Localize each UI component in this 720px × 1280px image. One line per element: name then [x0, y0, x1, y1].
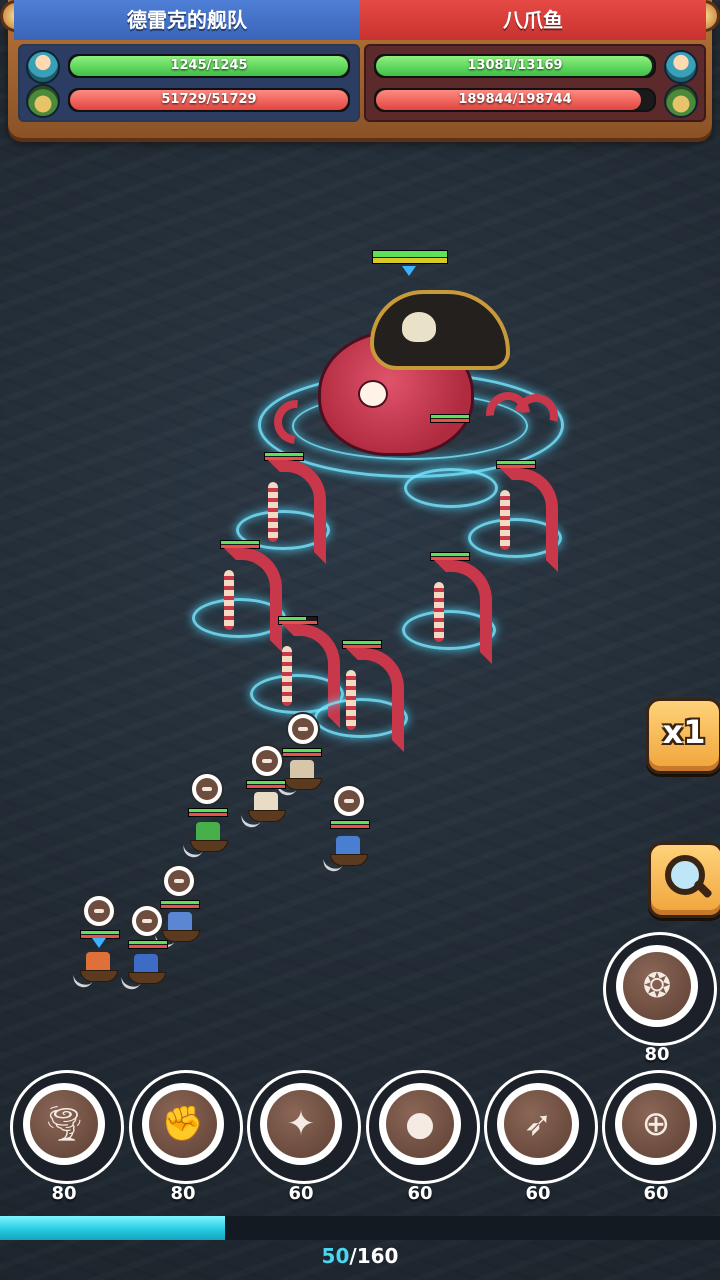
player-ship[interactable]	[238, 744, 294, 844]
skill-special-cost: 80	[644, 1044, 670, 1065]
cannonball-icon: ●	[405, 1104, 435, 1144]
enemy-ship-hp-bar: 189844/198744	[374, 88, 656, 112]
skill-button-fist[interactable]: ✊	[129, 1070, 243, 1184]
battle-header: 德雷克的舰队 八爪鱼 1245/1245 51729/51729 13081/1…	[0, 0, 720, 150]
enemy-ship-icon	[664, 84, 698, 118]
skill-cost: 80	[51, 1183, 77, 1204]
player-stats-panel: 1245/1245 51729/51729	[18, 44, 360, 122]
enemy-name: 八爪鱼	[360, 0, 706, 40]
energy-max: /160	[349, 1244, 399, 1268]
ship-icon	[26, 84, 60, 118]
skill-cost: 60	[643, 1183, 669, 1204]
skill-cost: 60	[288, 1183, 314, 1204]
enemy-stats-panel: 13081/13169 189844/198744	[364, 44, 706, 122]
crosshair-icon: ⊕	[641, 1104, 671, 1144]
ship-skill-marker-icon	[250, 744, 284, 778]
speed-label: x1	[662, 713, 706, 751]
octopus-eye	[358, 380, 388, 408]
inspect-button[interactable]	[648, 842, 720, 918]
ship-skill-marker-icon	[190, 772, 224, 806]
ship-skill-marker-icon	[82, 894, 116, 928]
skill-button-spikes[interactable]: ✦	[247, 1070, 361, 1184]
skill-cost: 80	[170, 1183, 196, 1204]
selected-arrow-icon	[92, 938, 106, 948]
ship-skill-marker-icon	[286, 712, 320, 746]
enemy-ship-hp-text: 189844/198744	[458, 92, 572, 107]
tentacle-enemy[interactable]	[402, 552, 496, 664]
tentacle-enemy[interactable]	[404, 440, 498, 510]
skill-cost: 60	[525, 1183, 551, 1204]
player-crew-hp-bar: 1245/1245	[68, 54, 350, 78]
player-ship-hp-text: 51729/51729	[161, 92, 257, 107]
skill-button-crosshair[interactable]: ⊕	[602, 1070, 716, 1184]
enemy-crew-icon	[664, 50, 698, 84]
player-fleet-name: 德雷克的舰队	[14, 0, 360, 40]
boss-hp-bar	[372, 250, 448, 264]
skill-special-button[interactable]: ❂	[603, 932, 717, 1046]
player-flagship[interactable]	[70, 894, 126, 994]
skill-cost: 60	[407, 1183, 433, 1204]
tornado-icon: 🌪	[42, 1104, 86, 1144]
player-ship-hp-bar: 51729/51729	[68, 88, 350, 112]
energy-current: 50	[321, 1244, 350, 1268]
player-ship[interactable]	[320, 784, 378, 884]
skill-button-cannonball[interactable]: ●	[366, 1070, 480, 1184]
spikes-icon: ✦	[286, 1104, 316, 1144]
energy-counter: 50/160	[0, 1244, 720, 1268]
rocket-icon: ➶	[523, 1104, 553, 1144]
ship-skill-marker-icon	[162, 864, 196, 898]
enemy-crew-hp-bar: 13081/13169	[374, 54, 656, 78]
skill-button-tornado[interactable]: 🌪	[10, 1070, 124, 1184]
energy-bar-fill	[0, 1216, 225, 1240]
ship-skill-marker-icon	[130, 904, 164, 938]
player-ship[interactable]	[180, 772, 236, 872]
crew-icon	[26, 50, 60, 84]
target-arrow-icon	[402, 266, 416, 276]
speed-button[interactable]: x1	[646, 698, 720, 774]
ship-skill-marker-icon	[332, 784, 366, 818]
enemy-crew-hp-text: 13081/13169	[467, 58, 563, 73]
tentacle-hp-bar	[430, 414, 470, 423]
player-ship[interactable]	[118, 904, 176, 1004]
skull-icon	[402, 312, 436, 342]
player-crew-hp-text: 1245/1245	[170, 58, 248, 73]
winged-emblem-icon: ❂	[642, 966, 672, 1006]
fist-icon: ✊	[161, 1104, 205, 1144]
skill-button-rocket[interactable]: ➶	[484, 1070, 598, 1184]
tentacle-enemy[interactable]	[236, 452, 330, 564]
